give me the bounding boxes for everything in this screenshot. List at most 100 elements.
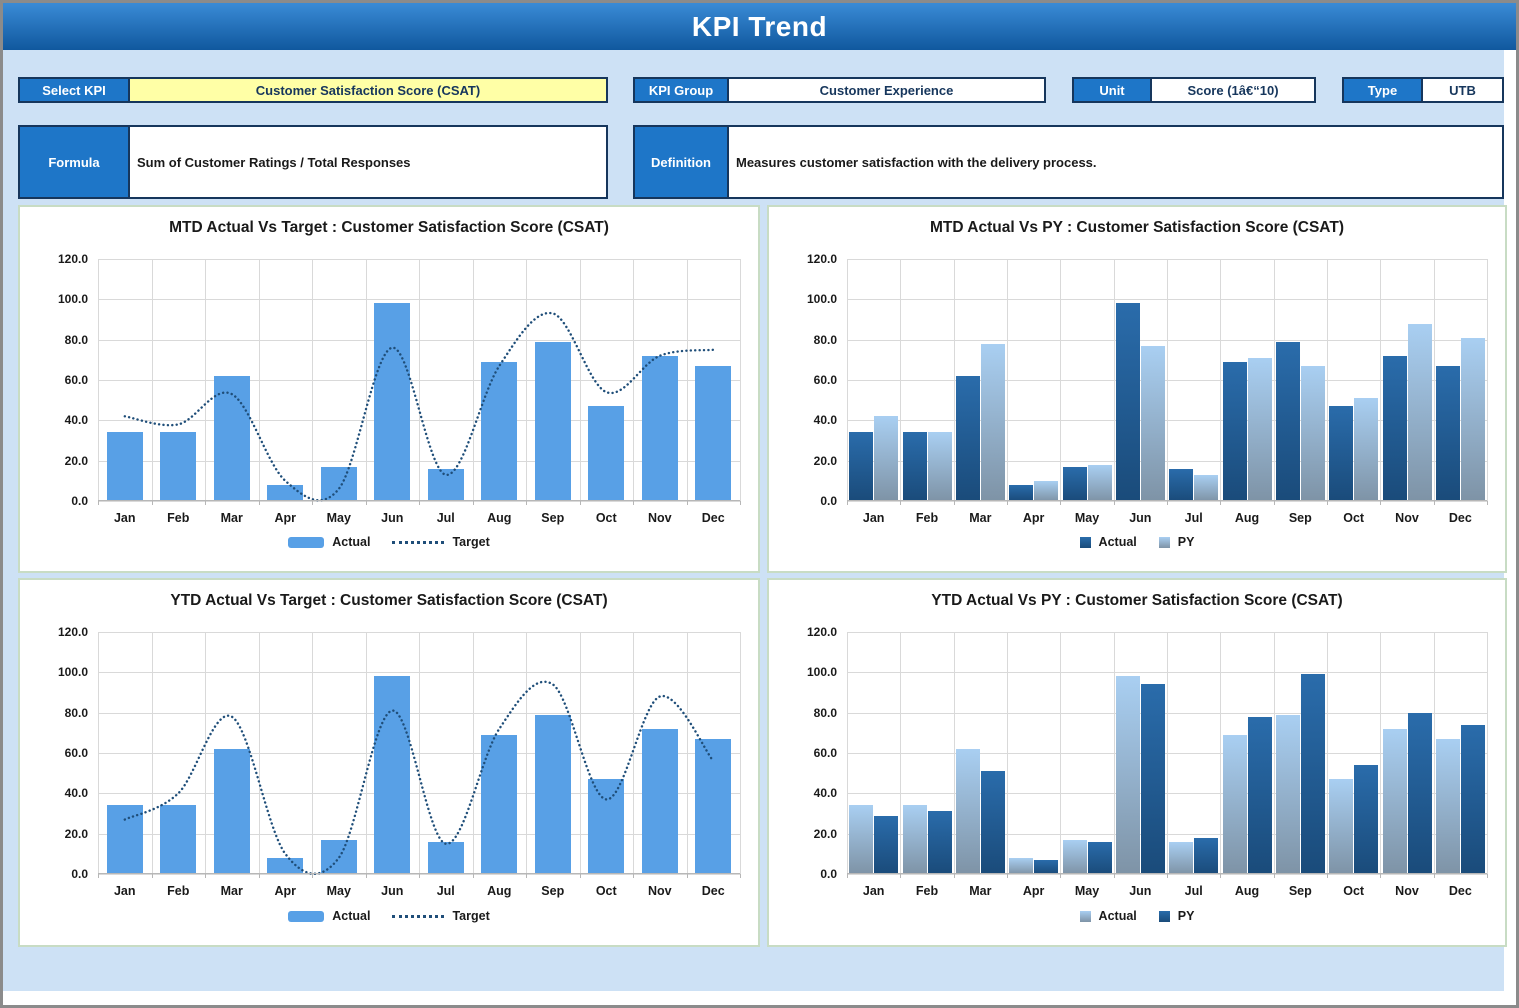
vertical-gridline	[847, 259, 848, 501]
vertical-gridline	[1007, 632, 1008, 874]
x-axis-tick	[633, 501, 634, 505]
x-axis-label: Sep	[1274, 884, 1327, 898]
y-axis-label: 40.0	[775, 786, 837, 800]
plot-area	[847, 632, 1487, 874]
legend-label-target: Target	[452, 909, 489, 923]
x-axis-label: Aug	[473, 884, 527, 898]
x-axis-label: Apr	[1007, 884, 1060, 898]
vertical-gridline	[954, 259, 955, 501]
x-axis-tick	[1434, 501, 1435, 505]
chart-ytd-actual-vs-target: YTD Actual Vs Target : Customer Satisfac…	[18, 578, 760, 947]
vertical-gridline	[1487, 632, 1488, 874]
x-axis-tick	[633, 874, 634, 878]
legend-py-swatch	[1159, 537, 1170, 548]
x-axis-label: May	[312, 511, 366, 525]
vertical-gridline	[1060, 632, 1061, 874]
select-kpi-field: Select KPI Customer Satisfaction Score (…	[18, 77, 608, 103]
x-axis-tick	[687, 874, 688, 878]
x-axis-tick	[1114, 874, 1115, 878]
unit-field: Unit Score (1â€“10)	[1072, 77, 1316, 103]
x-axis-label: Aug	[1220, 884, 1273, 898]
legend-label-target: Target	[452, 535, 489, 549]
x-axis-tick	[1274, 501, 1275, 505]
y-axis-label: 0.0	[775, 494, 837, 508]
x-axis-tick	[1274, 874, 1275, 878]
y-axis-label: 120.0	[26, 252, 88, 266]
chart-legend: ActualPY	[769, 535, 1505, 549]
vertical-gridline	[1167, 259, 1168, 501]
x-axis-tick	[312, 874, 313, 878]
vertical-gridline	[1434, 259, 1435, 501]
x-axis-tick	[1487, 874, 1488, 878]
bar-jul-py	[1194, 475, 1218, 501]
x-axis-label: Jan	[847, 511, 900, 525]
bar-apr-py	[1034, 860, 1058, 874]
target-line	[98, 259, 740, 501]
x-axis-label: Apr	[1007, 511, 1060, 525]
x-axis-tick	[152, 501, 153, 505]
bar-oct-actual	[1329, 406, 1353, 501]
x-axis-label: Jul	[1167, 511, 1220, 525]
bar-may-py	[1088, 842, 1112, 874]
bar-nov-py	[1408, 713, 1432, 874]
x-axis-label: Jul	[419, 511, 473, 525]
unit-label: Unit	[1074, 79, 1152, 101]
vertical-gridline	[900, 259, 901, 501]
chart-title: MTD Actual Vs PY : Customer Satisfaction…	[769, 219, 1505, 237]
bar-jun-py	[1141, 684, 1165, 874]
bar-feb-py	[928, 432, 952, 501]
kpi-group-value: Customer Experience	[729, 79, 1044, 101]
vertical-gridline	[1327, 259, 1328, 501]
y-axis-label: 20.0	[26, 827, 88, 841]
x-axis-label: Feb	[152, 884, 206, 898]
x-axis-label: Dec	[1434, 511, 1487, 525]
y-axis-label: 0.0	[26, 494, 88, 508]
vertical-gridline	[1060, 259, 1061, 501]
x-axis-label: Apr	[259, 884, 313, 898]
x-axis-label: Feb	[152, 511, 206, 525]
bar-sep-actual	[1276, 715, 1300, 874]
select-kpi-value[interactable]: Customer Satisfaction Score (CSAT)	[130, 79, 606, 101]
x-axis-tick	[205, 501, 206, 505]
chart-mtd-actual-vs-target: MTD Actual Vs Target : Customer Satisfac…	[18, 205, 760, 573]
bar-jun-actual	[1116, 676, 1140, 874]
x-axis-label: Jun	[1114, 884, 1167, 898]
x-axis-label: Jun	[366, 884, 420, 898]
y-axis-label: 80.0	[775, 333, 837, 347]
x-axis-tick	[687, 501, 688, 505]
chart-title: MTD Actual Vs Target : Customer Satisfac…	[20, 219, 758, 237]
x-axis-tick	[473, 874, 474, 878]
bar-jul-actual	[1169, 842, 1193, 874]
bar-aug-py	[1248, 717, 1272, 874]
bar-dec-py	[1461, 338, 1485, 501]
bar-jul-actual	[1169, 469, 1193, 501]
bar-aug-actual	[1223, 735, 1247, 874]
chart-legend: ActualPY	[769, 909, 1505, 923]
dashboard-window: KPI Trend Select KPI Customer Satisfacti…	[0, 0, 1519, 1008]
type-value: UTB	[1423, 79, 1502, 101]
legend-item-target: Target	[392, 909, 489, 923]
x-axis-tick	[740, 501, 741, 505]
unit-value: Score (1â€“10)	[1152, 79, 1314, 101]
x-axis-label: Mar	[205, 511, 259, 525]
y-axis-label: 60.0	[26, 373, 88, 387]
vertical-gridline	[1327, 632, 1328, 874]
bar-feb-actual	[903, 805, 927, 874]
x-axis-tick	[1167, 874, 1168, 878]
y-axis-label: 60.0	[26, 746, 88, 760]
vertical-gridline	[1274, 259, 1275, 501]
x-axis-label: Mar	[954, 884, 1007, 898]
legend-label-actual: Actual	[332, 909, 370, 923]
x-axis-tick	[98, 501, 99, 505]
chart-mtd-actual-vs-py: MTD Actual Vs PY : Customer Satisfaction…	[767, 205, 1507, 573]
legend-actual-swatch	[288, 911, 324, 922]
bar-oct-py	[1354, 765, 1378, 874]
chart-legend: ActualTarget	[20, 535, 758, 549]
x-axis-label: Jul	[419, 884, 473, 898]
bar-jul-py	[1194, 838, 1218, 874]
bar-apr-actual	[1009, 858, 1033, 874]
x-axis-label: Feb	[900, 511, 953, 525]
x-axis-tick	[1327, 501, 1328, 505]
bar-jan-py	[874, 416, 898, 501]
bar-nov-actual	[1383, 356, 1407, 501]
